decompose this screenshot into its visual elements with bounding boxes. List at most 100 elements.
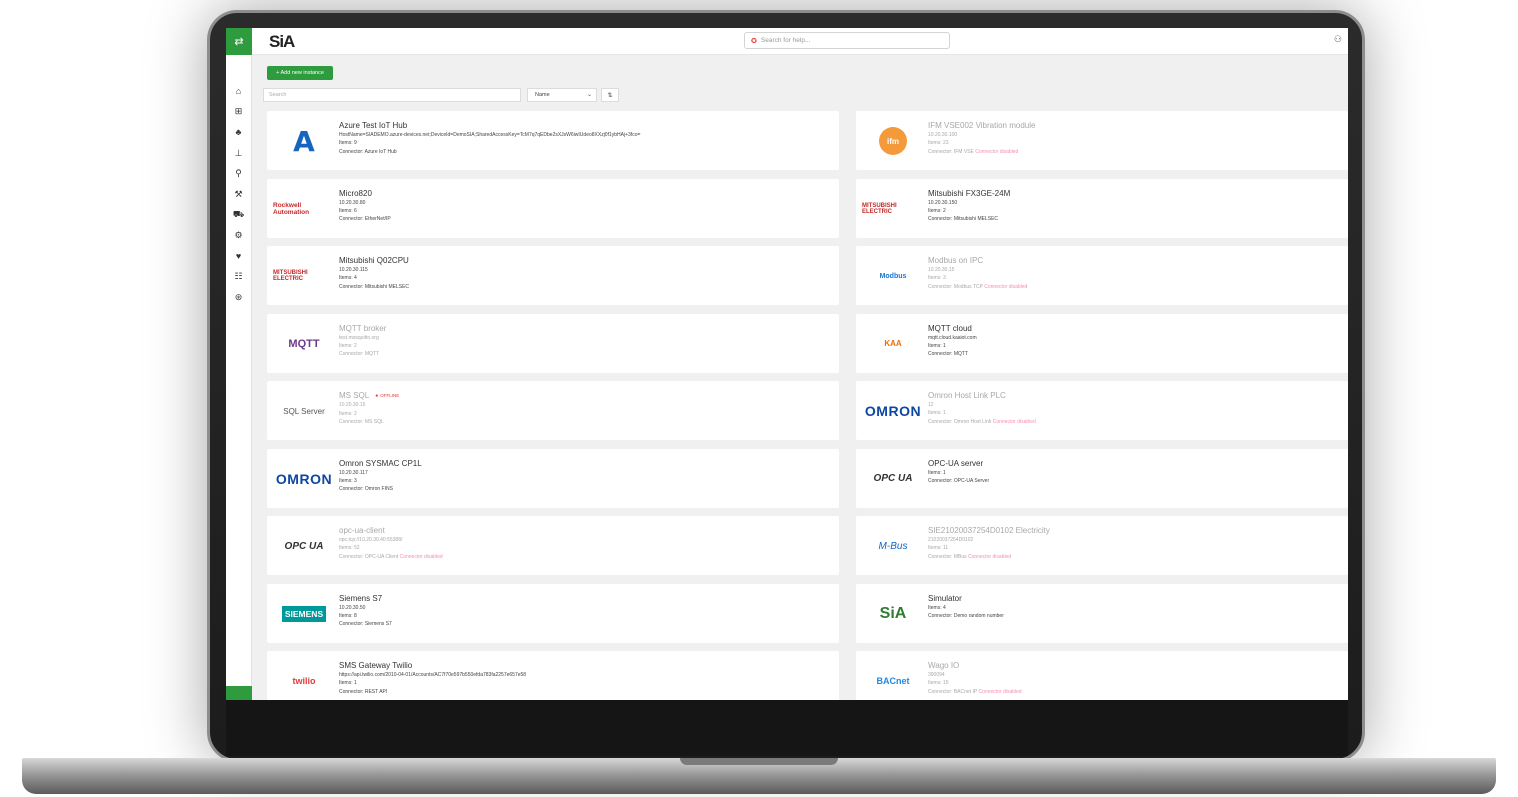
instance-title-row: Simulator — [928, 594, 1342, 604]
instance-card[interactable]: OMRON Omron Host Link PLC 12 Items: 1 Connec… — [856, 381, 1348, 440]
instance-search-input[interactable]: Search — [263, 88, 521, 102]
instance-detail-line: 12 — [928, 401, 1342, 409]
instance-logo: SQL Server — [273, 390, 335, 432]
sort-select[interactable]: Name ⌄ — [527, 88, 597, 102]
instance-logo: OPC UA — [273, 525, 335, 567]
gears-icon[interactable]: ⚙ — [226, 225, 251, 246]
help-search-placeholder: Search for help... — [760, 37, 811, 44]
instance-card[interactable]: SiA Simulator Items: 4 Connector: Demo rand… — [856, 583, 1348, 643]
instance-card[interactable]: OPC UA OPC-UA server Items: 1 Connector: OP… — [856, 448, 1348, 508]
instance-card[interactable]: KAA MQTT cloud mqtt.cloud.kaaiot.com Items:… — [856, 313, 1348, 373]
instance-detail-text: 12 — [928, 402, 934, 408]
instance-card[interactable]: ifm IFM VSE002 Vibration module 10.20.30.1… — [856, 111, 1348, 170]
instance-detail-line: 21020037254D0102 — [928, 536, 1342, 544]
instance-detail-text: Items: 1 — [928, 342, 946, 349]
instance-card[interactable]: OPC UA opc-ua-client opc.tcp://10.20.30.40… — [267, 516, 839, 575]
instance-card[interactable]: BACnet Wago IO 390094 Items: 15 Connector: B… — [856, 651, 1348, 700]
instance-title: MQTT broker — [339, 323, 387, 333]
instance-detail-line: 10.20.30.117 — [339, 469, 833, 477]
instance-detail-line: Connector: Demo random number — [928, 612, 1342, 620]
instance-detail-line: Items: 4 — [339, 274, 833, 282]
instance-detail-line: Items: 52 — [339, 544, 833, 552]
instance-title-row: SIE21020037254D0102 Electricity — [928, 526, 1342, 536]
instance-title: Modbus on IPC — [928, 256, 984, 265]
instance-detail-line: 10.20.30.50 — [339, 604, 833, 612]
instance-detail-text: Connector: Modbus TCP — [928, 283, 983, 290]
wrench-icon[interactable]: ⚒ — [226, 184, 251, 205]
health-icon[interactable]: ♥ — [226, 246, 251, 267]
instance-title-row: Omron SYSMAC CP1L — [339, 459, 833, 469]
settings-icon[interactable]: ⊛ — [226, 287, 251, 308]
instance-logo-text: OMRON — [275, 470, 333, 487]
instance-detail-line: Items: 15 — [928, 679, 1342, 687]
instance-detail-text: HostName=SIADEMO.azure-devices.net;Devic… — [339, 132, 641, 138]
instance-details: Siemens S7 10.20.30.50 Items: 8 Connector: … — [339, 594, 833, 629]
instance-logo-text: OPC UA — [284, 540, 324, 552]
sort-direction-button[interactable]: ⇅ — [601, 88, 619, 102]
instance-card[interactable]: M-Bus SIE21020037254D0102 Electricity 2102… — [856, 516, 1348, 575]
instance-card[interactable]: SIEMENS Siemens S7 10.20.30.50 Items: 8 Conn… — [267, 583, 839, 643]
instance-logo: SIEMENS — [273, 593, 335, 635]
instance-card[interactable]: A Azure Test IoT Hub HostName=SIADEMO.azur… — [267, 111, 839, 170]
users-icon[interactable]: ☷ — [226, 266, 251, 287]
integrations-icon[interactable]: ♣ — [226, 122, 251, 143]
instance-detail-line: Connector: Omron Host Link Connector dis… — [928, 418, 1342, 426]
instance-detail-line: Items: 2 — [339, 342, 833, 350]
instance-logo: OPC UA — [862, 458, 924, 500]
status-badge: OFFLINE — [375, 393, 399, 398]
help-search-input[interactable]: ✪ Search for help... — [744, 32, 950, 49]
instance-details: Azure Test IoT Hub HostName=SIADEMO.azure… — [339, 121, 833, 156]
instance-card[interactable]: Rockwell Automation Micro820 10.20.30.80 It… — [267, 178, 839, 238]
instance-title: Micro820 — [339, 188, 372, 198]
add-instance-button[interactable]: + Add new instance — [267, 66, 333, 80]
network-icon[interactable]: ⊥ — [226, 143, 251, 164]
pipe-icon[interactable]: ⛟ — [226, 205, 251, 226]
instance-title-row: MQTT cloud — [928, 324, 1342, 334]
user-icon[interactable]: ⚇ — [1334, 34, 1342, 45]
instance-detail-line: mqtt.cloud.kaaiot.com — [928, 334, 1342, 342]
instance-detail-line: Connector: Mitsubishi MELSEC — [339, 283, 833, 291]
instance-logo-text: Modbus — [879, 272, 907, 280]
instance-card[interactable]: OMRON Omron SYSMAC CP1L 10.20.30.117 Items:… — [267, 448, 839, 508]
home-icon[interactable]: ⌂ — [226, 81, 251, 102]
instance-logo: ifm — [862, 120, 924, 162]
instance-card[interactable]: Modbus Modbus on IPC 10.20.30.15 Items: 3 Co… — [856, 246, 1348, 305]
instance-details: MQTT broker test.mosquitto.org Items: 2 Con… — [339, 324, 833, 359]
instance-detail-text: Connector: Mitsubishi MELSEC — [339, 283, 410, 290]
instance-detail-text: 10.20.30.150 — [928, 199, 958, 206]
instance-card[interactable]: twilio SMS Gateway Twilio https://api.twil… — [267, 651, 839, 700]
app-logo[interactable]: SiA — [269, 32, 295, 52]
instance-title: SMS Gateway Twilio — [339, 661, 413, 670]
instance-title: Omron SYSMAC CP1L — [339, 458, 422, 468]
instance-detail-line: Items: 3 — [339, 477, 833, 485]
instance-detail-line: Items: 1 — [928, 469, 1342, 477]
instance-detail-text: Connector: MQTT — [928, 351, 969, 358]
instance-card[interactable]: MITSUBISHI ELECTRIC Mitsubishi Q02CPU 10.2… — [267, 246, 839, 305]
instance-logo-text: SiA — [879, 604, 907, 622]
instance-detail-text: opc.tcp://10.20.30.40:55388/ — [339, 537, 403, 543]
instance-logo: BACnet — [862, 660, 924, 700]
instance-detail-text: Items: 8 — [339, 612, 357, 619]
instance-logo-text: M-Bus — [878, 540, 908, 552]
instance-card[interactable]: MITSUBISHI ELECTRIC Mitsubishi FX3GE-24M 1… — [856, 178, 1348, 238]
instance-logo-text: twilio — [292, 676, 316, 686]
instance-detail-text: Connector: OPC-UA Server — [928, 477, 990, 484]
instance-logo-text: MITSUBISHI ELECTRIC — [862, 202, 897, 215]
instance-detail-line: opc.tcp://10.20.30.40:55388/ — [339, 536, 833, 544]
instance-card[interactable]: MQTT MQTT broker test.mosquitto.org Items: … — [267, 313, 839, 373]
instance-logo: Rockwell Automation — [273, 188, 335, 230]
instance-details: Wago IO 390094 Items: 15 Connector: BACnet … — [928, 661, 1342, 696]
dashboard-icon[interactable]: ⊞ — [226, 102, 251, 123]
instance-detail-line: Items: 1 — [339, 679, 833, 687]
instance-details: IFM VSE002 Vibration module 10.20.30.100 I… — [928, 121, 1342, 156]
plug-icon[interactable]: ⚲ — [226, 163, 251, 184]
swap-arrows-icon[interactable]: ⇄ — [226, 28, 252, 55]
instance-details: MS SQL OFFLINE 10.20.30.15Items: 2Connecto… — [339, 391, 833, 426]
instance-detail-line: Items: 2 — [928, 207, 1342, 215]
instance-detail-text: 10.20.30.100 — [928, 132, 958, 138]
instance-logo-text: Rockwell Automation — [273, 201, 310, 216]
instance-detail-text: Items: 6 — [339, 207, 357, 214]
sidebar: ⇄ ⌂ ⊞ ♣ ⊥ ⚲ ⚒ ⛟ ⚙ ♥ ☷ ⊛ — [226, 28, 252, 700]
instance-card[interactable]: SQL Server MS SQL OFFLINE 10.20.30.15Items:… — [267, 381, 839, 440]
instance-logo-text: ifm — [879, 127, 907, 155]
